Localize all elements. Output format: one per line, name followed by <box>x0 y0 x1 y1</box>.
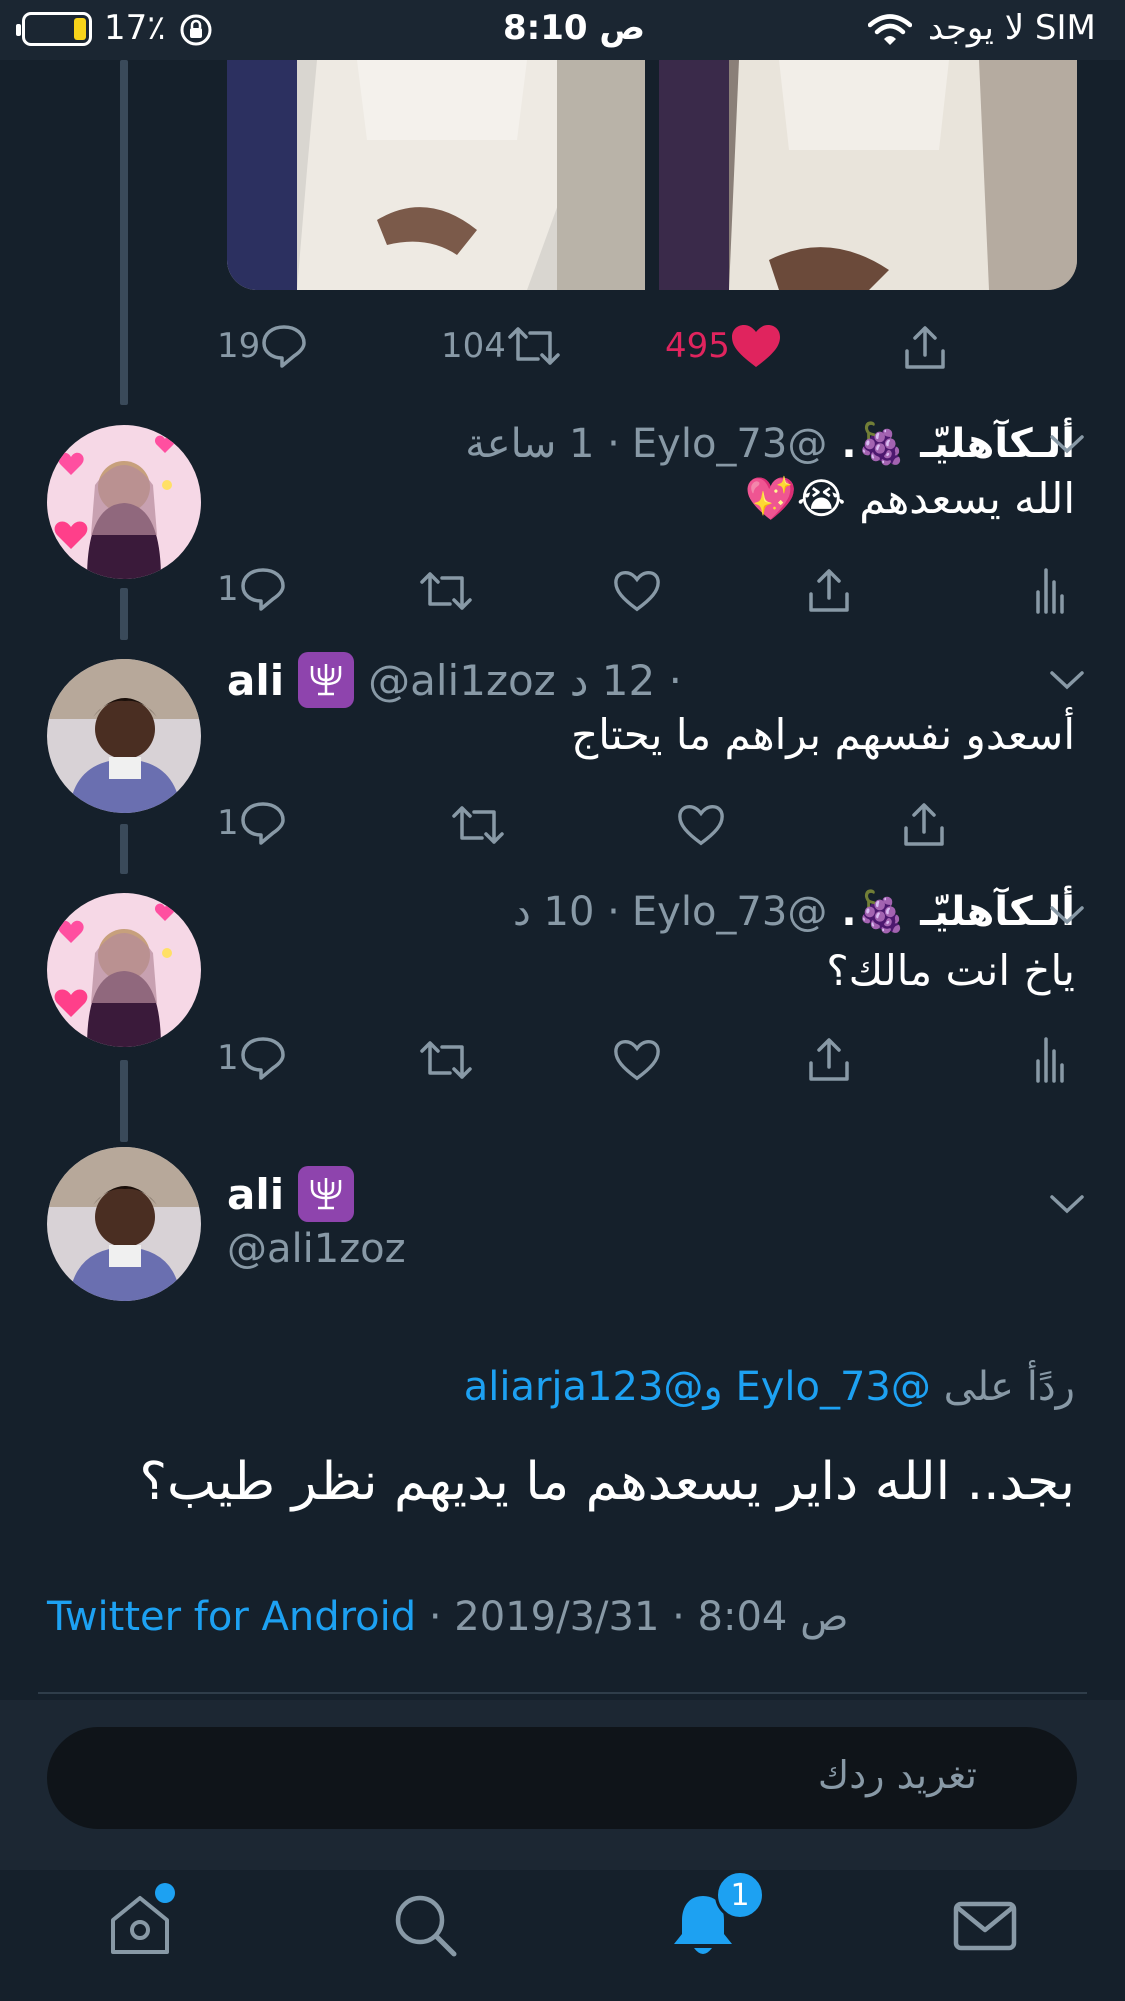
liked-heart-icon <box>731 325 780 367</box>
reply-count: 1 <box>217 803 239 843</box>
carrier-label: لا يوجد SIM <box>928 8 1096 48</box>
retweet-count: 104 <box>441 326 506 366</box>
avatar[interactable] <box>47 425 201 579</box>
share-icon[interactable] <box>805 1037 853 1083</box>
battery-icon <box>16 12 92 46</box>
handle[interactable]: @ali1zoz <box>368 656 556 705</box>
tweet-text: الله يسعدهم 😭💖 <box>744 474 1075 523</box>
analytics-icon[interactable] <box>1034 566 1066 614</box>
share-action[interactable] <box>901 325 949 371</box>
retweet-icon <box>508 327 560 365</box>
tweet-text: ياخ انت مالك؟ <box>826 946 1075 995</box>
analytics-icon[interactable] <box>1034 1035 1066 1083</box>
notification-badge: 1 <box>715 1870 765 1920</box>
author-name-row: ali <box>227 1166 355 1222</box>
reply-icon <box>240 802 285 845</box>
timestamp: · 12 د <box>569 655 682 705</box>
menorah-emoji-icon <box>298 652 355 708</box>
new-tweets-dot <box>155 1883 175 1903</box>
thread-line <box>120 60 128 405</box>
retweet-icon[interactable] <box>418 568 474 614</box>
chevron-down-icon[interactable] <box>1049 668 1085 692</box>
thread-line <box>120 1060 128 1142</box>
menorah-emoji-icon <box>298 1166 355 1222</box>
thread-line <box>120 824 128 874</box>
reply-action[interactable]: 19 <box>217 323 308 369</box>
battery-percent: 17٪ <box>104 8 166 48</box>
reply-placeholder: تغريد ردك <box>817 1753 977 1797</box>
retweet-action[interactable]: 104 <box>441 323 562 369</box>
search-icon[interactable] <box>390 1890 460 1960</box>
messages-icon[interactable] <box>950 1890 1020 1960</box>
reply-icon <box>262 325 307 368</box>
retweet-icon[interactable] <box>450 802 506 848</box>
timestamp: · 10 د <box>513 888 620 935</box>
reply-header: ألـكآهليّـ 🍇. @Eylo_73 · 1 ساعة <box>395 420 1075 468</box>
reply-count: 1 <box>217 569 239 609</box>
share-icon[interactable] <box>900 802 948 848</box>
avatar[interactable] <box>47 659 201 813</box>
reply-input[interactable]: تغريد ردك <box>47 1727 1077 1829</box>
tweet-source[interactable]: Twitter for Android <box>47 1594 416 1640</box>
chevron-down-icon[interactable] <box>1049 1192 1085 1216</box>
heart-icon[interactable] <box>676 802 726 848</box>
chevron-down-icon[interactable] <box>1049 432 1085 456</box>
tweet-photo-1[interactable] <box>227 60 645 290</box>
retweet-icon[interactable] <box>418 1037 474 1083</box>
focused-tweet-text: بجد.. الله داير يسعدهم ما يديهم نظر طيب؟ <box>139 1452 1075 1512</box>
heart-icon[interactable] <box>612 568 662 614</box>
display-name[interactable]: ali <box>227 1170 284 1219</box>
like-count: 495 <box>665 326 730 366</box>
reply-action[interactable]: 1 <box>217 800 287 846</box>
reply-action[interactable]: 1 <box>217 1035 287 1081</box>
tweet-date: · 2019/3/31 · ص 8:04 <box>428 1594 849 1640</box>
timestamp: · 1 ساعة <box>465 420 620 467</box>
thread-line <box>120 588 128 640</box>
avatar[interactable] <box>47 893 201 1047</box>
display-name[interactable]: ali <box>227 656 284 705</box>
like-action[interactable]: 495 <box>665 323 782 369</box>
heart-icon[interactable] <box>612 1037 662 1083</box>
divider <box>38 1692 1087 1694</box>
tweet-text: أسعدو نفسهم براهم ما يحتاج <box>571 710 1075 759</box>
handle[interactable]: @ali1zoz <box>227 1226 406 1272</box>
reply-to-handles[interactable]: @Eylo_73 و@aliarja123 <box>464 1364 931 1410</box>
reply-action[interactable]: 1 <box>217 566 287 612</box>
rotation-lock-icon <box>180 14 212 46</box>
reply-count: 19 <box>217 326 261 366</box>
status-time: 8:10 ص <box>503 8 646 48</box>
avatar[interactable] <box>47 1147 201 1301</box>
author-name-row: ali @ali1zoz · 12 د <box>227 652 682 708</box>
reply-to-label: ردًأ على <box>943 1364 1075 1410</box>
reply-header: ألـكآهليّـ 🍇. @Eylo_73 · 10 د <box>443 888 1075 936</box>
display-name[interactable]: ألـكآهليّـ 🍇. <box>841 420 1075 467</box>
reply-icon <box>240 1037 285 1080</box>
tweet-photo-2[interactable] <box>659 60 1077 290</box>
handle[interactable]: @Eylo_73 <box>632 421 827 467</box>
status-bar: 17٪ 8:10 ص لا يوجد SIM <box>0 0 1125 60</box>
tweet-meta: Twitter for Android · 2019/3/31 · ص 8:04 <box>47 1594 848 1640</box>
share-icon <box>905 326 945 369</box>
reply-count: 1 <box>217 1038 239 1078</box>
display-name[interactable]: ألـكآهليّـ 🍇. <box>841 888 1075 935</box>
reply-icon <box>240 568 285 611</box>
reply-to-line: ردًأ على @Eylo_73 و@aliarja123 <box>464 1364 1075 1410</box>
chevron-down-icon[interactable] <box>1049 903 1085 927</box>
wifi-icon <box>868 14 912 45</box>
handle[interactable]: @Eylo_73 <box>632 889 827 935</box>
share-icon[interactable] <box>805 568 853 614</box>
